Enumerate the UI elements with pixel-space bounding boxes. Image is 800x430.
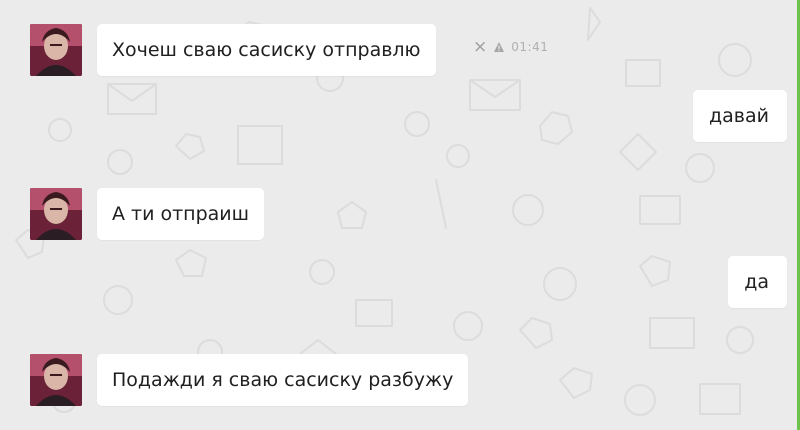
message-text: Подажди я сваю сасиску разбужу <box>112 369 454 391</box>
avatar-image <box>30 24 82 76</box>
message-timestamp: 01:41 <box>511 40 549 54</box>
message-bubble-outgoing[interactable]: давай <box>693 90 787 142</box>
avatar-image <box>30 188 82 240</box>
warning-icon[interactable] <box>493 41 505 53</box>
message-meta: × 01:41 <box>473 37 548 57</box>
avatar[interactable] <box>30 188 82 240</box>
message-text: Хочеш сваю сасиску отправлю <box>112 39 421 61</box>
message-text: А ти отпраиш <box>112 203 250 225</box>
message-text: давай <box>709 105 769 127</box>
message-bubble-incoming[interactable]: А ти отпраиш <box>97 188 265 240</box>
avatar-image <box>30 354 82 406</box>
message-bubble-incoming[interactable]: Подажди я сваю сасиску разбужу <box>97 354 469 406</box>
close-icon[interactable]: × <box>473 37 487 57</box>
avatar[interactable] <box>30 354 82 406</box>
message-bubble-outgoing[interactable]: да <box>728 256 787 308</box>
avatar[interactable] <box>30 24 82 76</box>
message-bubble-incoming[interactable]: Хочеш сваю сасиску отправлю <box>97 24 436 76</box>
message-text: да <box>744 271 769 293</box>
